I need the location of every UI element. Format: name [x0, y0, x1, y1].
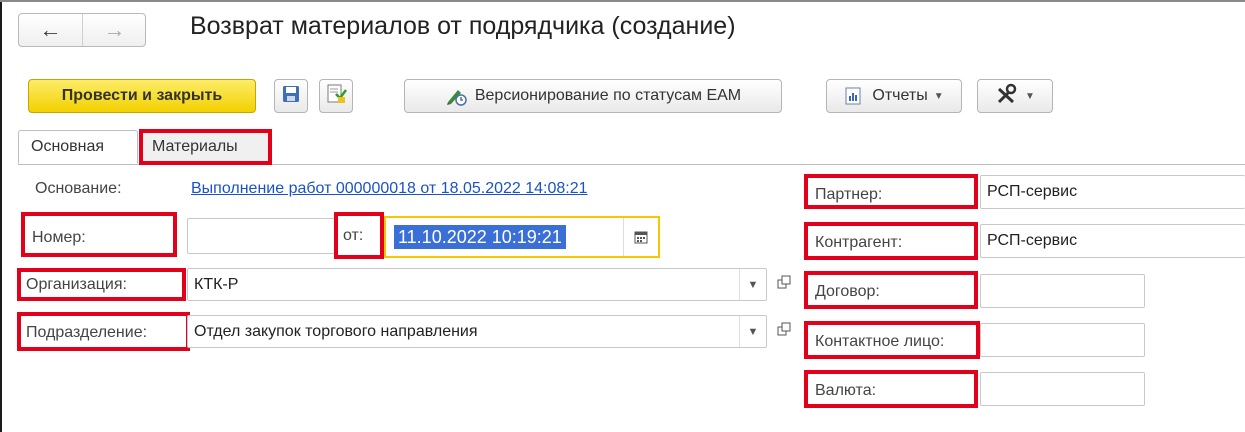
post-and-close-button[interactable]: Провести и закрыть — [28, 79, 256, 113]
currency-field[interactable] — [980, 372, 1145, 406]
highlight-partner-label — [804, 174, 978, 209]
nav-buttons: ← → — [18, 13, 146, 47]
department-field[interactable]: Отдел закупок торгового направления ▼ — [187, 315, 767, 348]
report-icon — [844, 86, 864, 106]
pencil-clock-icon — [445, 86, 467, 106]
highlight-number-label — [21, 212, 177, 257]
highlight-tab-materials — [139, 129, 272, 165]
contact-person-field[interactable] — [980, 323, 1145, 357]
reports-button[interactable]: Отчеты ▼ — [826, 79, 962, 113]
open-window-icon — [777, 322, 791, 341]
open-window-icon — [777, 275, 791, 294]
chevron-down-icon: ▼ — [933, 90, 944, 102]
back-button[interactable]: ← — [19, 14, 83, 46]
chevron-down-icon[interactable]: ▼ — [739, 269, 766, 300]
highlight-date-label — [334, 212, 384, 259]
open-organization-button[interactable] — [771, 268, 797, 301]
number-field[interactable] — [187, 218, 337, 254]
post-document-button[interactable] — [319, 79, 353, 113]
save-button[interactable] — [274, 79, 308, 113]
chevron-down-icon[interactable]: ▼ — [739, 316, 766, 347]
reports-label: Отчеты — [872, 87, 928, 104]
organization-field[interactable]: КТК-Р ▼ — [187, 268, 767, 301]
floppy-disk-icon — [281, 84, 301, 109]
highlight-contact-person-label — [804, 321, 980, 359]
tools-icon — [995, 83, 1019, 110]
tab-main[interactable]: Основная — [18, 130, 138, 164]
date-value: 11.10.2022 10:19:21 — [394, 225, 566, 249]
basis-label: Основание: — [35, 180, 122, 197]
arrow-left-icon: ← — [39, 17, 62, 42]
forward-button[interactable]: → — [83, 14, 146, 46]
organization-value: КТК-Р — [194, 275, 239, 293]
versioning-button[interactable]: Версионирование по статусам ЕАМ — [404, 79, 782, 113]
department-value: Отдел закупок торгового направления — [194, 322, 478, 340]
calendar-icon[interactable] — [623, 218, 658, 256]
document-post-icon — [325, 83, 347, 110]
document-window: ← → Возврат материалов от подрядчика (со… — [0, 0, 1245, 432]
highlight-department-label — [17, 312, 190, 351]
chevron-down-icon: ▼ — [1025, 90, 1035, 102]
versioning-label: Версионирование по статусам ЕАМ — [474, 87, 742, 104]
arrow-right-icon: → — [103, 17, 126, 42]
window-border-left — [0, 0, 2, 432]
open-department-button[interactable] — [771, 315, 797, 348]
date-field[interactable]: 11.10.2022 10:19:21 — [384, 216, 660, 258]
highlight-organization-label — [17, 268, 186, 301]
tab-main-label: Основная — [31, 138, 105, 155]
tools-button[interactable]: ▼ — [977, 79, 1053, 113]
partner-field[interactable]: РСП-сервис — [980, 175, 1245, 209]
window-border-top — [0, 0, 1245, 2]
highlight-contract-label — [804, 271, 978, 309]
basis-link[interactable]: Выполнение работ 000000018 от 18.05.2022… — [191, 180, 588, 198]
page-title: Возврат материалов от подрядчика (создан… — [190, 12, 736, 40]
contract-field[interactable] — [980, 274, 1145, 308]
highlight-currency-label — [804, 370, 978, 408]
counterparty-field[interactable]: РСП-сервис — [980, 224, 1245, 258]
highlight-counterparty-label — [804, 222, 978, 260]
